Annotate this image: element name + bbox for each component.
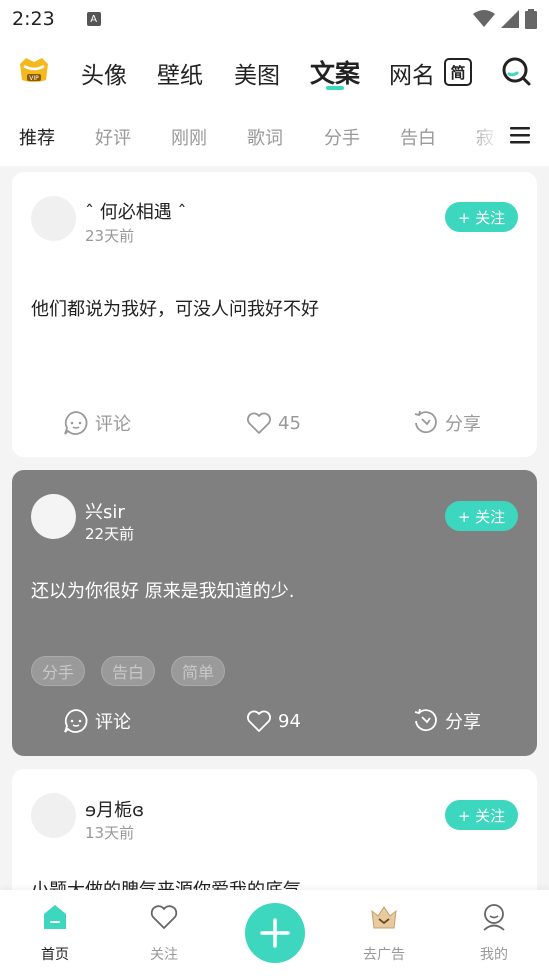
comment-label: 评论: [95, 712, 131, 733]
battery-icon: [525, 9, 537, 29]
comment-label: 评论: [95, 414, 131, 435]
username[interactable]: ˆ 何必相遇 ˆ: [85, 198, 186, 224]
nav-remove-ads-label: 去广告: [363, 947, 405, 963]
username[interactable]: ɘ月栀ɞ: [85, 796, 144, 822]
avatar[interactable]: [31, 793, 76, 838]
subtab-breakup[interactable]: 分手: [324, 124, 360, 150]
like-count: 45: [278, 412, 301, 434]
share-button[interactable]: 分享: [413, 708, 481, 734]
crown-icon: [371, 906, 397, 929]
comment-icon: [64, 411, 88, 435]
status-time: 2:23: [12, 8, 55, 30]
avatar[interactable]: [31, 196, 76, 241]
heart-icon: [150, 905, 178, 929]
nav-profile[interactable]: 我的: [459, 902, 529, 964]
share-label: 分享: [445, 414, 481, 435]
signal-icon: [501, 10, 519, 28]
share-icon: [414, 708, 437, 732]
like-button[interactable]: 45: [246, 410, 301, 436]
active-tab-indicator: [326, 86, 344, 90]
post-time: 23天前: [85, 227, 135, 245]
post-card: ˆ 何必相遇 ˆ 23天前 + 关注 他们都说为我好，可没人问我好不好 评论 4…: [12, 172, 537, 457]
share-button[interactable]: 分享: [413, 410, 481, 436]
nav-following-label: 关注: [150, 947, 178, 963]
heart-icon: [247, 412, 271, 434]
nav-profile-label: 我的: [480, 947, 508, 963]
comment-icon: [64, 709, 88, 733]
post-text[interactable]: 还以为你很好 原来是我知道的少.: [31, 577, 294, 603]
like-count: 94: [278, 710, 301, 732]
notification-icon: A: [86, 12, 101, 26]
subtab-just-now[interactable]: 刚刚: [171, 124, 207, 150]
tab-copywriting[interactable]: 文案: [310, 54, 360, 90]
profile-icon: [483, 904, 505, 931]
nav-home[interactable]: 首页: [20, 902, 90, 964]
menu-icon[interactable]: [510, 126, 530, 144]
post-actions: 评论 94 分享: [12, 708, 537, 738]
username[interactable]: 兴sir: [85, 498, 125, 524]
post-card: 兴sir 22天前 + 关注 还以为你很好 原来是我知道的少. 分手 告白 简单…: [12, 470, 537, 756]
avatar[interactable]: [31, 494, 76, 539]
follow-button[interactable]: + 关注: [445, 202, 518, 232]
tab-avatar[interactable]: 头像: [81, 56, 127, 90]
comment-button[interactable]: 评论: [63, 708, 131, 734]
wifi-icon: [473, 10, 495, 27]
subtab-recommended[interactable]: 推荐: [19, 124, 55, 150]
simplified-chinese-icon[interactable]: 简: [444, 58, 472, 86]
nav-following[interactable]: 关注: [129, 902, 199, 964]
tab-nickname[interactable]: 网名: [389, 56, 435, 90]
subtab-lyrics[interactable]: 歌词: [247, 124, 283, 150]
tabs-fade: [470, 104, 500, 166]
follow-button[interactable]: + 关注: [445, 800, 518, 830]
bottom-nav: 首页 关注 去广告 我的: [0, 890, 549, 976]
nav-home-label: 首页: [41, 947, 69, 963]
follow-button[interactable]: + 关注: [445, 501, 518, 531]
category-tabs: 推荐 好评 刚刚 歌词 分手 告白 寂: [0, 104, 549, 166]
like-button[interactable]: 94: [246, 708, 301, 734]
search-icon[interactable]: [500, 55, 532, 87]
post-actions: 评论 45 分享: [12, 410, 537, 440]
plus-icon: [260, 918, 290, 948]
vip-crown-icon[interactable]: VIP: [18, 54, 50, 86]
nav-remove-ads[interactable]: 去广告: [349, 902, 419, 964]
tag-chip[interactable]: 简单: [171, 656, 226, 686]
post-time: 13天前: [85, 824, 135, 842]
share-label: 分享: [445, 712, 481, 733]
status-indicators: [473, 9, 537, 29]
share-icon: [414, 410, 437, 434]
subtab-confession[interactable]: 告白: [400, 124, 436, 150]
tab-wallpaper[interactable]: 壁纸: [157, 56, 203, 90]
heart-icon: [247, 710, 271, 732]
tag-chip[interactable]: 分手: [31, 656, 86, 686]
tag-chip[interactable]: 告白: [101, 656, 156, 686]
top-nav: VIP 头像 壁纸 美图 文案 网名 简: [0, 38, 549, 104]
comment-button[interactable]: 评论: [63, 410, 131, 436]
vip-label: VIP: [29, 75, 39, 82]
subtab-good-reviews[interactable]: 好评: [95, 124, 131, 150]
home-icon: [44, 905, 66, 929]
add-post-button[interactable]: [245, 903, 305, 963]
post-time: 22天前: [85, 525, 135, 543]
post-text[interactable]: 他们都说为我好，可没人问我好不好: [31, 295, 319, 321]
tab-pictures[interactable]: 美图: [234, 56, 280, 90]
post-tags: 分手 告白 简单: [12, 656, 537, 686]
status-bar: 2:23 A: [0, 0, 549, 38]
